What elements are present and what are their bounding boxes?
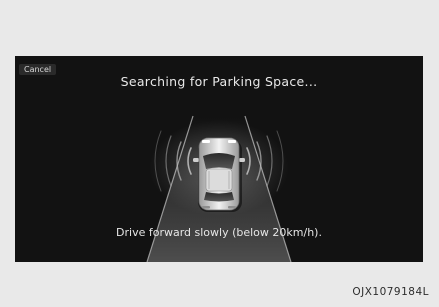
screen-title: Searching for Parking Space... (120, 74, 318, 89)
figure-code-caption: OJX1079184L (352, 286, 429, 298)
instruction-message: Drive forward slowly (below 20km/h). (116, 226, 322, 239)
manual-figure: Cancel Searching for Parking Space... Dr… (0, 0, 439, 307)
car-top-view-icon (193, 137, 245, 212)
parking-assist-screen: Cancel Searching for Parking Space... Dr… (15, 56, 423, 262)
